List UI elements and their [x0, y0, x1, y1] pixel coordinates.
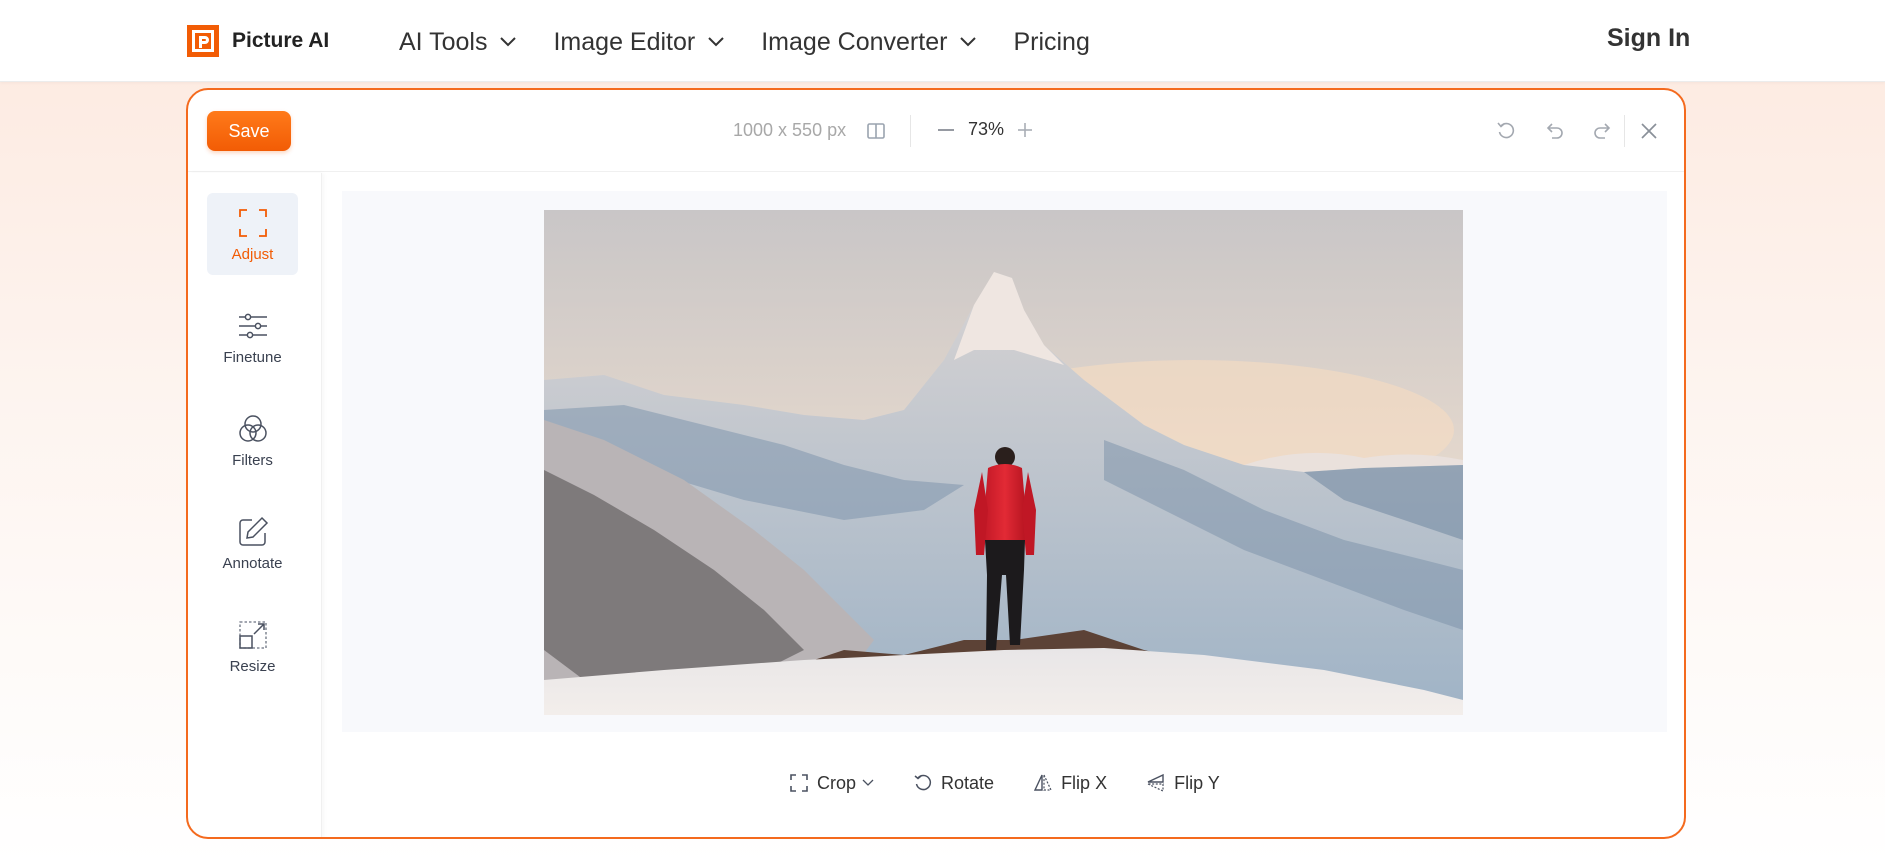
crop-frame-icon	[238, 208, 267, 237]
zoom-in-icon[interactable]	[1013, 118, 1037, 142]
nav-item-pricing[interactable]: Pricing	[1013, 22, 1089, 62]
logo-icon	[187, 25, 219, 57]
sign-in-link[interactable]: Sign In	[1607, 24, 1690, 53]
sidebar-item-label: Annotate	[222, 554, 283, 572]
resize-icon	[238, 620, 267, 649]
rotate-icon	[914, 774, 932, 791]
zoom-level: 73%	[967, 119, 1005, 139]
nav-label: Image Editor	[553, 27, 696, 56]
flip-x-button[interactable]: Flip X	[1032, 772, 1107, 794]
flip-x-icon	[1033, 774, 1053, 791]
chevron-down-icon	[960, 37, 977, 47]
brand-logo[interactable]: Picture AI	[186, 24, 329, 58]
editor-toolbar: Save 1000 x 550 px 73%	[188, 90, 1684, 172]
nav-item-image-converter[interactable]: Image Converter	[761, 22, 977, 62]
chevron-down-icon	[862, 779, 874, 786]
mountain-photo	[544, 210, 1463, 715]
adjust-toolbar: Crop Rotate Flip X Flip Y	[788, 772, 1258, 794]
toolbar-divider	[1624, 115, 1625, 147]
sliders-icon	[238, 313, 267, 338]
undo-icon[interactable]	[1542, 118, 1568, 144]
image-editor-panel: Save 1000 x 550 px 73% Adjust Finetune F…	[186, 88, 1686, 839]
close-icon[interactable]	[1636, 118, 1662, 144]
save-button[interactable]: Save	[207, 111, 291, 151]
image-dimensions: 1000 x 550 px	[733, 120, 847, 140]
crop-label: Crop	[817, 772, 857, 793]
flip-x-label: Flip X	[1061, 772, 1108, 793]
pencil-square-icon	[238, 516, 268, 546]
toolbar-divider	[910, 115, 911, 147]
sidebar-item-filters[interactable]: Filters	[207, 399, 298, 481]
image-canvas[interactable]	[342, 191, 1667, 732]
nav-label: AI Tools	[399, 27, 488, 56]
flip-y-label: Flip Y	[1174, 772, 1220, 793]
nav-label: Pricing	[1013, 27, 1090, 56]
edited-photo[interactable]	[544, 210, 1463, 715]
flip-y-icon	[1147, 773, 1164, 792]
chevron-down-icon	[500, 37, 517, 47]
top-navigation: Picture AI AI Tools Image Editor Image C…	[0, 0, 1885, 82]
compare-icon[interactable]	[866, 121, 886, 141]
crop-button[interactable]: Crop	[788, 772, 874, 794]
brand-name: Picture AI	[232, 29, 330, 52]
rotate-label: Rotate	[941, 772, 995, 793]
sidebar-item-adjust[interactable]: Adjust	[207, 193, 298, 275]
sidebar-item-finetune[interactable]: Finetune	[207, 296, 298, 378]
editor-sidebar: Adjust Finetune Filters Annotate Resize	[188, 173, 322, 837]
sidebar-item-label: Adjust	[231, 245, 274, 263]
chevron-down-icon	[708, 37, 724, 47]
sidebar-item-annotate[interactable]: Annotate	[207, 502, 298, 584]
sidebar-item-label: Filters	[232, 451, 273, 469]
sidebar-item-label: Finetune	[223, 348, 282, 366]
redo-icon[interactable]	[1589, 118, 1615, 144]
zoom-out-icon[interactable]	[934, 118, 958, 142]
nav-item-ai-tools[interactable]: AI Tools	[399, 22, 517, 62]
nav-item-image-editor[interactable]: Image Editor	[553, 22, 725, 62]
filters-icon	[238, 414, 267, 442]
reset-icon[interactable]	[1493, 118, 1519, 144]
sidebar-item-label: Resize	[229, 657, 276, 675]
rotate-button[interactable]: Rotate	[912, 772, 994, 794]
sidebar-item-resize[interactable]: Resize	[207, 605, 298, 687]
main-nav: AI Tools Image Editor Image Converter Pr…	[399, 22, 1126, 62]
nav-label: Image Converter	[761, 27, 948, 56]
flip-y-button[interactable]: Flip Y	[1145, 772, 1220, 794]
crop-icon	[790, 774, 808, 792]
